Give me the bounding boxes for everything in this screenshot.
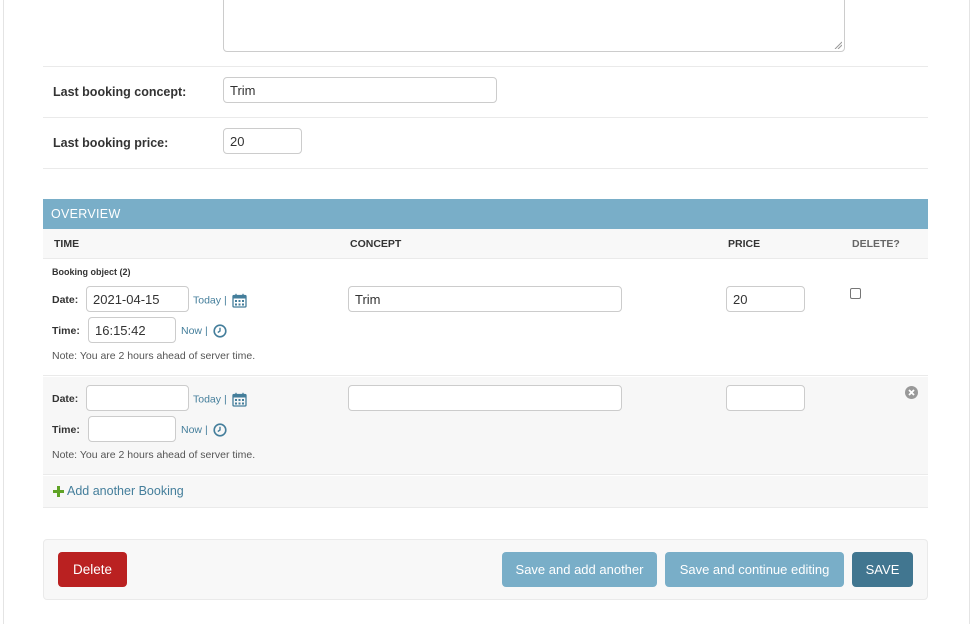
divider bbox=[43, 168, 928, 169]
save-and-add-another-button[interactable]: Save and add another bbox=[502, 552, 657, 587]
column-header-concept: CONCEPT bbox=[350, 238, 402, 250]
separator: | bbox=[223, 294, 227, 307]
time-shortcuts: Now | bbox=[181, 423, 227, 437]
inline-row-empty: Date: Today | Time: Now | Note: You are … bbox=[43, 377, 928, 475]
date-input[interactable] bbox=[86, 385, 189, 411]
time-shortcuts: Now | bbox=[181, 324, 227, 338]
today-link[interactable]: Today bbox=[193, 393, 221, 405]
date-input[interactable] bbox=[86, 286, 189, 312]
clock-icon[interactable] bbox=[212, 423, 227, 437]
concept-input[interactable] bbox=[348, 385, 622, 411]
column-header-price: PRICE bbox=[728, 238, 761, 250]
time-label: Time: bbox=[52, 424, 80, 436]
time-label: Time: bbox=[52, 325, 80, 337]
inline-row-booking-2: Booking object (2) Date: Today | Time: N… bbox=[43, 260, 928, 376]
separator: | bbox=[223, 393, 227, 406]
concept-input[interactable] bbox=[348, 286, 622, 312]
clock-icon[interactable] bbox=[212, 324, 227, 338]
divider bbox=[43, 66, 928, 67]
add-row: Add another Booking bbox=[43, 476, 928, 508]
column-header-time: TIME bbox=[54, 238, 80, 250]
add-another-booking-link[interactable]: Add another Booking bbox=[53, 484, 184, 498]
resize-grip-icon[interactable] bbox=[834, 41, 842, 49]
last-booking-price-input[interactable] bbox=[223, 128, 302, 154]
booking-object-label: Booking object (2) bbox=[52, 267, 131, 277]
separator: | bbox=[204, 324, 208, 337]
now-link[interactable]: Now bbox=[181, 424, 202, 436]
today-link[interactable]: Today bbox=[193, 294, 221, 306]
server-time-note: Note: You are 2 hours ahead of server ti… bbox=[52, 449, 256, 461]
page-edge-right bbox=[969, 0, 970, 624]
column-header-delete: DELETE? bbox=[852, 238, 900, 250]
add-another-booking-label: Add another Booking bbox=[67, 484, 184, 498]
delete-checkbox[interactable] bbox=[850, 288, 861, 299]
date-shortcuts: Today | bbox=[193, 392, 247, 407]
description-textarea[interactable] bbox=[223, 0, 845, 52]
last-booking-concept-input[interactable] bbox=[223, 77, 497, 103]
now-link[interactable]: Now bbox=[181, 325, 202, 337]
divider bbox=[43, 117, 928, 118]
server-time-note: Note: You are 2 hours ahead of server ti… bbox=[52, 350, 256, 362]
price-input[interactable] bbox=[726, 385, 805, 411]
delete-button[interactable]: Delete bbox=[58, 552, 127, 587]
date-label: Date: bbox=[52, 393, 79, 405]
overview-header: OVERVIEW bbox=[43, 199, 928, 229]
date-label: Date: bbox=[52, 294, 79, 306]
page-edge-left bbox=[3, 0, 4, 624]
time-input[interactable] bbox=[88, 416, 176, 442]
date-shortcuts: Today | bbox=[193, 293, 247, 308]
save-button[interactable]: SAVE bbox=[852, 552, 913, 587]
inline-column-headers: TIME CONCEPT PRICE DELETE? bbox=[43, 229, 928, 259]
save-and-continue-button[interactable]: Save and continue editing bbox=[665, 552, 844, 587]
price-input[interactable] bbox=[726, 286, 805, 312]
remove-icon[interactable] bbox=[904, 385, 919, 400]
plus-icon bbox=[53, 486, 64, 497]
last-booking-price-label: Last booking price: bbox=[53, 136, 169, 150]
time-input[interactable] bbox=[88, 317, 176, 343]
separator: | bbox=[204, 423, 208, 436]
last-booking-concept-label: Last booking concept: bbox=[53, 85, 187, 99]
calendar-icon[interactable] bbox=[231, 293, 247, 308]
submit-row: Delete Save and add another Save and con… bbox=[43, 539, 928, 600]
calendar-icon[interactable] bbox=[231, 392, 247, 407]
